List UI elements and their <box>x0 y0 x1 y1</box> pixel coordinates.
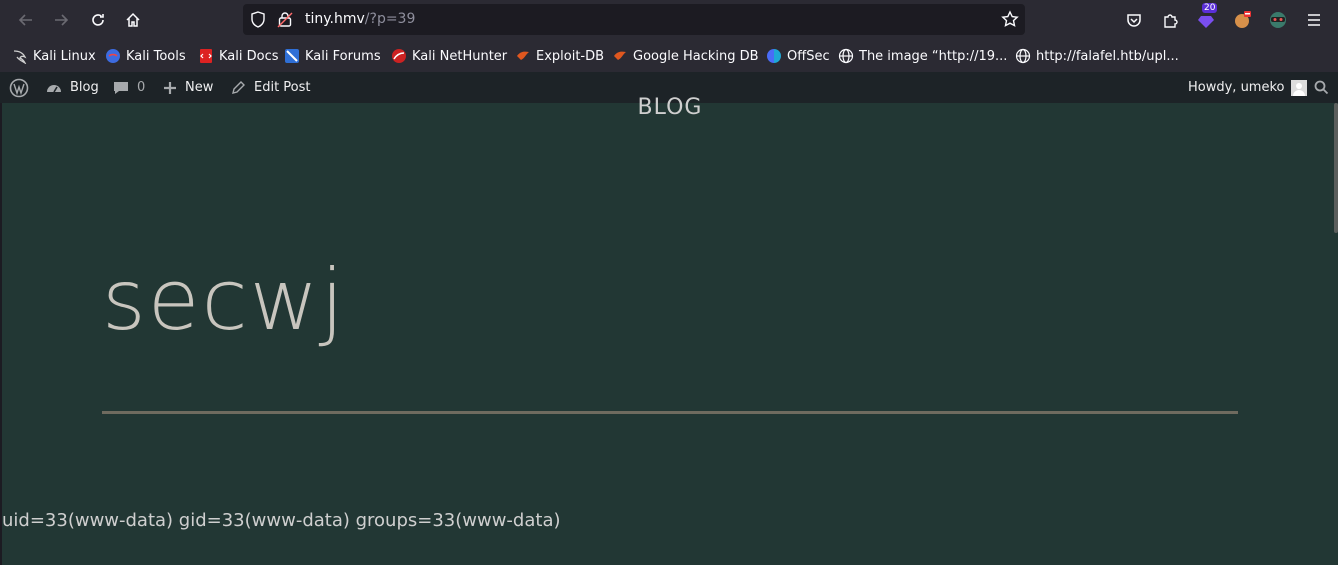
url-text[interactable]: tiny.hmv/?p=39 <box>305 11 415 27</box>
kali-docs-icon <box>200 49 212 63</box>
profile-extension-button[interactable] <box>1264 6 1292 34</box>
home-icon <box>126 12 140 27</box>
bookmark-kali-docs[interactable]: Kali Docs <box>198 46 279 66</box>
bookmark-exploit-db[interactable]: Exploit-DB <box>515 46 604 66</box>
comment-bubble-icon <box>114 81 128 94</box>
bookmark-label: http://falafel.htb/upl... <box>1036 48 1179 64</box>
bookmark-label: Exploit-DB <box>536 48 605 64</box>
bookmark-label: Kali Docs <box>219 48 279 64</box>
edit-post-label: Edit Post <box>254 80 311 95</box>
dashboard-gauge-icon <box>47 84 61 92</box>
bookmark-label: Kali NetHunter <box>412 48 508 64</box>
bookmark-kali-tools[interactable]: Kali Tools <box>105 46 186 66</box>
arrow-right-icon <box>55 14 69 26</box>
bookmark-label: Kali Linux <box>33 48 96 64</box>
command-output: uid=33(www-data) gid=33(www-data) groups… <box>2 510 561 531</box>
cookie-icon <box>1235 11 1251 28</box>
bookmark-falafel-upload[interactable]: http://falafel.htb/upl... <box>1015 46 1179 66</box>
bookmark-kali-nethunter[interactable]: Kali NetHunter <box>391 46 507 66</box>
bookmark-kali-forums[interactable]: Kali Forums <box>284 46 381 66</box>
post-title: secwj <box>102 251 346 349</box>
puzzle-icon <box>1164 14 1178 28</box>
arrow-left-icon <box>18 14 32 26</box>
cookie-extension-button[interactable] <box>1228 6 1256 34</box>
avatar <box>1290 79 1307 96</box>
url-host: tiny.hmv <box>305 11 365 27</box>
home-button[interactable] <box>119 6 147 34</box>
title-divider <box>102 411 1238 414</box>
browser-toolbar: tiny.hmv/?p=39 20 <box>0 0 1338 39</box>
site-name-label: Blog <box>70 80 99 95</box>
kali-forums-icon <box>285 49 299 63</box>
globe-icon <box>838 48 854 64</box>
bookmark-label: OffSec <box>787 48 830 64</box>
bookmarks-toolbar: Kali Linux Kali Tools Kali Docs Kali For… <box>0 39 1338 72</box>
bookmark-label: The image “http://19... <box>859 48 1008 64</box>
pencil-icon <box>232 81 245 94</box>
extension-count-badge: 20 <box>1202 3 1218 13</box>
extension-badge-button[interactable]: 20 <box>1192 3 1220 34</box>
reload-icon <box>92 14 104 26</box>
page-content: BLOG secwj uid=33(www-data) gid=33(www-d… <box>2 95 1338 565</box>
menu-button[interactable] <box>1300 6 1328 34</box>
user-avatar-icon <box>1292 82 1305 96</box>
search-icon <box>1314 80 1329 95</box>
bookmark-label: Kali Tools <box>126 48 186 64</box>
mask-icon <box>1270 12 1286 28</box>
url-path: /?p=39 <box>364 11 416 27</box>
bookmark-label: Google Hacking DB <box>633 48 759 64</box>
kali-dragon-icon <box>13 50 27 64</box>
bookmark-google-hacking-db[interactable]: Google Hacking DB <box>612 46 759 66</box>
pocket-button[interactable] <box>1120 6 1148 34</box>
site-title[interactable]: BLOG <box>2 95 1338 120</box>
reload-button[interactable] <box>84 6 112 34</box>
insecure-lock-icon[interactable] <box>277 11 293 28</box>
forward-button[interactable] <box>47 6 75 34</box>
bookmark-offsec[interactable]: OffSec <box>766 46 830 66</box>
bookmark-star-icon[interactable] <box>1001 10 1019 28</box>
exploit-db-icon <box>517 51 529 60</box>
plus-icon <box>164 81 176 94</box>
bookmark-image-link[interactable]: The image “http://19... <box>838 46 1007 66</box>
back-button[interactable] <box>12 6 40 34</box>
shield-icon[interactable] <box>250 11 266 28</box>
ghdb-icon <box>614 51 626 60</box>
extensions-button[interactable] <box>1156 6 1184 34</box>
new-content-label: New <box>185 80 214 95</box>
url-bar[interactable]: tiny.hmv/?p=39 <box>243 4 1025 35</box>
comments-count: 0 <box>137 80 146 95</box>
globe-icon <box>1015 48 1031 64</box>
bookmark-label: Kali Forums <box>305 48 381 64</box>
offsec-icon <box>767 49 781 63</box>
bookmark-kali-linux[interactable]: Kali Linux <box>12 46 96 66</box>
howdy-label: Howdy, umeko <box>1188 80 1285 95</box>
page-scrollbar[interactable] <box>1334 103 1338 233</box>
pocket-icon <box>1127 14 1141 27</box>
gem-extension-icon <box>1198 16 1214 28</box>
kali-tools-icon <box>106 49 120 63</box>
hamburger-menu-icon <box>1308 14 1320 26</box>
nethunter-icon <box>392 49 406 63</box>
